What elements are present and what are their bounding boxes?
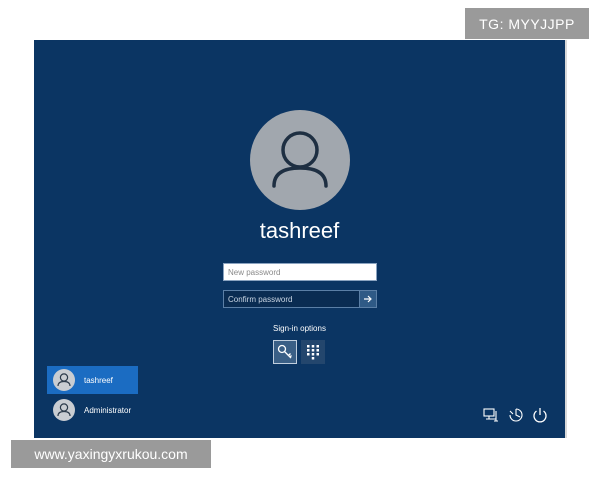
user-silhouette-icon <box>57 403 71 417</box>
user-list-item-tashreef[interactable]: tashreef <box>47 366 138 394</box>
user-avatar <box>250 110 350 210</box>
network-icon[interactable] <box>482 406 500 424</box>
ease-of-access-icon[interactable] <box>507 406 525 424</box>
pin-keypad-icon <box>307 345 319 360</box>
lock-screen: tashreef Sign-in options tashreef Admini… <box>34 40 565 438</box>
user-silhouette-icon <box>57 373 71 387</box>
key-icon <box>277 344 292 359</box>
power-icon[interactable] <box>531 406 549 424</box>
confirm-password-field[interactable] <box>223 290 359 308</box>
password-option-button[interactable] <box>273 340 297 364</box>
user-list-item-label: Administrator <box>84 405 132 415</box>
watermark-top: TG: MYYJJPP <box>465 8 589 39</box>
submit-button[interactable] <box>359 290 377 308</box>
user-avatar-small <box>53 369 75 391</box>
user-avatar-small <box>53 399 75 421</box>
pin-option-button[interactable] <box>301 340 325 364</box>
user-list-item-administrator[interactable]: Administrator <box>47 396 138 424</box>
user-silhouette-icon <box>272 131 328 188</box>
new-password-field[interactable] <box>223 263 377 281</box>
arrow-right-icon <box>364 295 372 303</box>
username-label: tashreef <box>259 218 340 243</box>
watermark-bottom: www.yaxingyxrukou.com <box>11 440 211 468</box>
scrollbar[interactable] <box>565 40 567 438</box>
user-list-item-label: tashreef <box>84 375 113 385</box>
signin-options-link[interactable]: Sign-in options <box>34 324 565 333</box>
